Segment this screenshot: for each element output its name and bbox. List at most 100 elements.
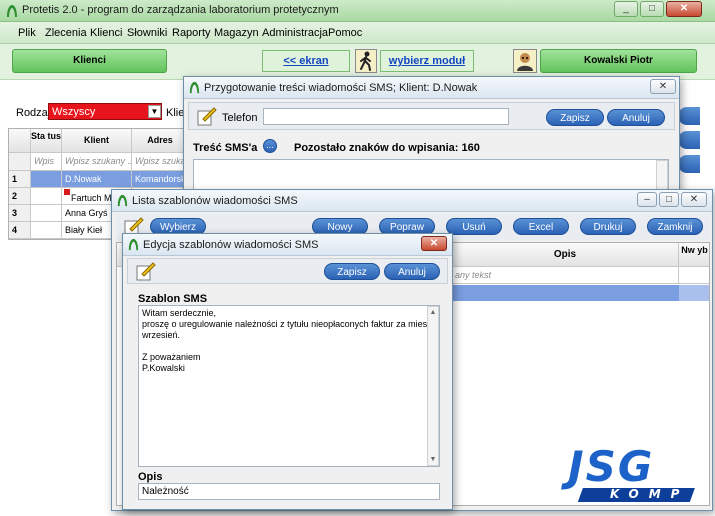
side-button[interactable] xyxy=(678,131,700,149)
edit-window-titlebar: Edycja szablonów wiadomości SMS xyxy=(123,234,452,256)
menu-zlecenia[interactable]: Zlecenia xyxy=(45,27,87,39)
template-line: wrzesień. xyxy=(142,330,181,340)
textarea-scrollbar[interactable]: ▲ ▼ xyxy=(427,306,439,466)
close-button[interactable]: ✕ xyxy=(666,1,702,17)
template-textarea[interactable]: Witam serdecznie, proszę o uregulowanie … xyxy=(138,305,440,467)
klient-filter-label: Klie xyxy=(166,107,185,119)
app-icon xyxy=(189,81,200,94)
menu-slowniki[interactable]: Słowniki xyxy=(127,27,167,39)
cancel-button[interactable]: Anuluj xyxy=(607,109,665,126)
minimize-button[interactable]: _ xyxy=(614,1,638,17)
menu-bar: Plik Zlecenia Klienci Słowniki Raporty M… xyxy=(0,22,715,44)
table-row[interactable]: 1 D.Nowak Komandorska xyxy=(9,171,187,188)
user-name: Kowalski Piotr xyxy=(540,49,697,73)
close-button[interactable]: ✕ xyxy=(681,192,707,207)
edit-window-title: Edycja szablonów wiadomości SMS xyxy=(143,239,319,251)
row-adres: Komandorska xyxy=(132,171,187,188)
filter-adres-input[interactable]: Wpisz szukan xyxy=(132,153,187,171)
minimize-button[interactable]: – xyxy=(637,192,657,207)
sms-content-label: Treść SMS'a xyxy=(193,142,258,154)
filter-row-num xyxy=(9,153,31,171)
filter-opis-input[interactable]: any tekst xyxy=(452,267,679,284)
filter-status-input[interactable]: Wpis xyxy=(31,153,62,171)
grid-header-status[interactable]: Sta tus xyxy=(31,129,62,153)
table-row[interactable] xyxy=(452,285,679,301)
nav-home-link[interactable]: << ekran główny xyxy=(262,50,350,87)
nav-module-link[interactable]: wybierz moduł >> xyxy=(380,50,474,87)
template-text: Witam serdecznie, proszę o uregulowanie … xyxy=(142,308,439,374)
walking-man-icon[interactable] xyxy=(355,49,377,73)
row-klient: D.Nowak xyxy=(62,171,132,188)
grid-header-nwyb[interactable]: Nw yb xyxy=(679,243,709,267)
app-icon xyxy=(117,194,128,207)
close-button[interactable]: ✕ xyxy=(650,79,676,94)
menu-raporty[interactable]: Raporty xyxy=(172,27,211,39)
menu-klienci[interactable]: Klienci xyxy=(90,27,122,39)
row-number: 2 xyxy=(9,188,31,205)
table-row[interactable] xyxy=(679,285,709,301)
template-line: proszę o uregulowanie należności z tytuł… xyxy=(142,319,439,329)
template-line xyxy=(142,341,426,352)
delete-template-button[interactable]: Usuń xyxy=(446,218,502,235)
print-button[interactable]: Drukuj xyxy=(580,218,636,235)
edit-window: Edycja szablonów wiadomości SMS ✕ Zapisz… xyxy=(122,233,453,510)
excel-button[interactable]: Excel xyxy=(513,218,569,235)
opis-input[interactable]: Należność xyxy=(138,483,440,500)
menu-magazyn[interactable]: Magazyn xyxy=(214,27,259,39)
menu-pomoc[interactable]: Pomoc xyxy=(328,27,362,39)
sms-toolbar: Telefon Zapisz Anuluj xyxy=(188,102,675,130)
row-status xyxy=(31,205,62,222)
templates-window-titlebar: Lista szablonów wiadomości SMS xyxy=(112,190,712,212)
grid-header-klient[interactable]: Klient xyxy=(62,129,132,153)
maximize-button[interactable]: □ xyxy=(640,1,664,17)
cancel-button[interactable]: Anuluj xyxy=(384,263,440,280)
side-button[interactable] xyxy=(678,107,700,125)
save-button[interactable]: Zapisz xyxy=(324,263,380,280)
template-label: Szablon SMS xyxy=(138,293,208,305)
rodzaj-label: Rodzaj xyxy=(16,107,51,119)
logo-top-text: JSG xyxy=(568,442,655,491)
app-icon xyxy=(128,238,139,251)
row-number: 1 xyxy=(9,171,31,188)
save-button[interactable]: Zapisz xyxy=(546,109,604,126)
grid-header-opis[interactable]: Opis xyxy=(452,243,679,267)
grid-header-adres[interactable]: Adres xyxy=(132,129,187,153)
edit-toolbar: Zapisz Anuluj xyxy=(127,258,448,284)
remaining-chars: Pozostało znaków do wpisania: 160 xyxy=(294,142,480,154)
user-avatar-icon xyxy=(513,49,537,73)
scroll-up-arrow[interactable]: ▲ xyxy=(428,307,438,318)
menu-plik[interactable]: Plik xyxy=(18,27,36,39)
menu-administracja[interactable]: Administracja xyxy=(262,27,328,39)
edit-note-icon xyxy=(197,107,217,126)
rodzaj-select-value: Wszyscy xyxy=(52,106,96,118)
opis-label: Opis xyxy=(138,471,163,483)
main-title: Protetis 2.0 - program do zarządzania la… xyxy=(22,4,339,16)
main-toolbar: Klienci << ekran główny wybierz moduł >>… xyxy=(0,44,715,87)
grid-corner xyxy=(9,129,31,153)
row-status xyxy=(31,188,62,205)
filter-klient-input[interactable]: Wpisz szukany ... xyxy=(62,153,132,171)
jsg-komp-logo: JSG KOMP xyxy=(554,444,714,510)
scroll-down-arrow[interactable]: ▼ xyxy=(428,454,438,465)
template-line: P.Kowalski xyxy=(142,363,185,373)
side-button[interactable] xyxy=(678,155,700,173)
more-button[interactable]: ... xyxy=(263,139,277,153)
row-number: 4 xyxy=(9,222,31,239)
section-title: Klienci xyxy=(12,49,167,73)
maximize-button[interactable]: □ xyxy=(659,192,679,207)
close-list-button[interactable]: Zamknij xyxy=(647,218,703,235)
phone-label: Telefon xyxy=(222,112,258,124)
main-titlebar: Protetis 2.0 - program do zarządzania la… xyxy=(0,0,715,22)
close-button[interactable]: ✕ xyxy=(421,236,447,251)
app-icon xyxy=(7,5,17,17)
template-line: Witam serdecznie, xyxy=(142,308,217,318)
row-number: 3 xyxy=(9,205,31,222)
sms-window-title: Przygotowanie treści wiadomości SMS; Kli… xyxy=(204,82,478,94)
phone-input[interactable] xyxy=(263,108,509,125)
edit-note-icon xyxy=(136,262,156,281)
templates-window-title: Lista szablonów wiadomości SMS xyxy=(132,195,298,207)
rodzaj-select[interactable]: Wszyscy ▼ xyxy=(48,103,162,120)
logo-bottom-text: KOMP xyxy=(610,487,690,501)
filter-nwyb-input[interactable] xyxy=(679,267,709,284)
chevron-down-icon[interactable]: ▼ xyxy=(148,105,161,118)
